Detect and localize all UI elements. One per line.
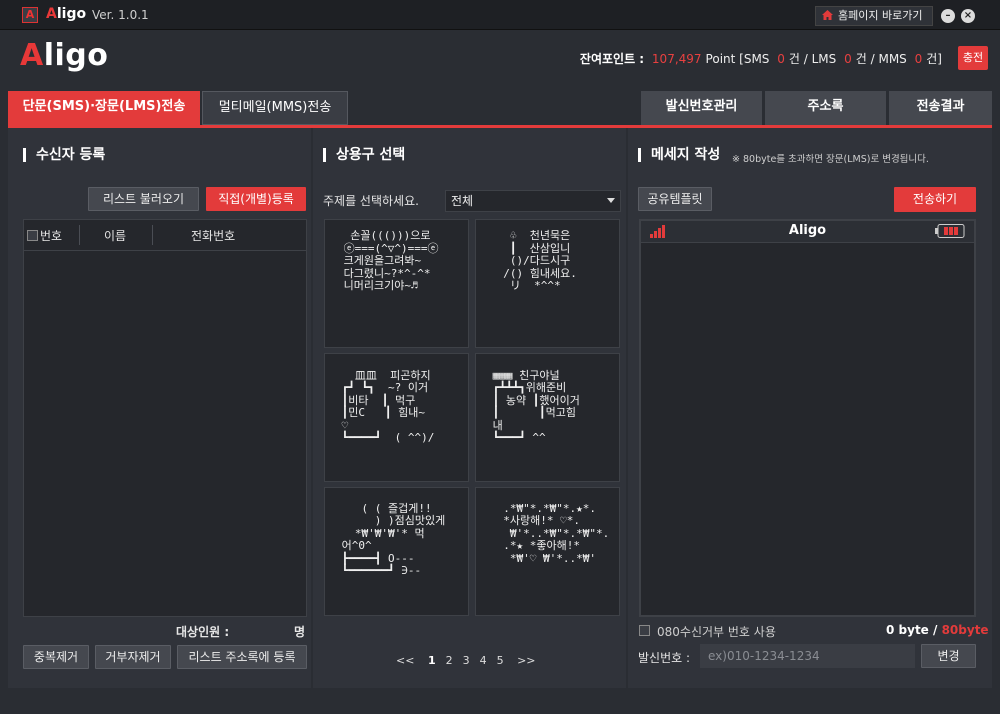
tab-results[interactable]: 전송결과 (889, 91, 992, 125)
minimize-button[interactable]: – (941, 9, 955, 23)
prev-page-button[interactable]: << (396, 654, 414, 667)
pagination: << 12345 >> (391, 654, 541, 667)
sender-label: 발신번호 : (638, 651, 691, 665)
page-button[interactable]: 2 (446, 654, 453, 667)
logo-rest: ligo (43, 38, 109, 73)
page-button[interactable]: 1 (428, 654, 436, 667)
phrase-card[interactable]: ▦▦▦ 친구야널 ┏┻┻┻┓위해준비 ┃ 농약 ┃했어이거 ┃ ┃먹고힘 내 ┗… (475, 353, 620, 482)
battery-icon (935, 224, 965, 238)
column-phone: 전화번호 (191, 229, 236, 243)
points-unit: Point [SMS (705, 52, 770, 66)
save-to-address-button[interactable]: 리스트 주소록에 등록 (177, 645, 307, 669)
optout-checkbox[interactable] (639, 625, 650, 636)
target-count-unit: 명 (294, 625, 306, 639)
message-title: 메세지 작성 (638, 148, 720, 162)
phrase-card[interactable]: ♧ 천년묵은 ┃ 산삼입니 ()/다드시구 /() 힘내세요. リ *^^* (475, 219, 620, 348)
tab-mms[interactable]: 멀티메일(MMS)전송 (202, 91, 348, 125)
phrase-card[interactable]: ( ( 즐겁게!! ) )점심맛있게 *₩'₩'₩'* 먹 어^0^ ┣━━━━… (324, 487, 469, 616)
message-editor[interactable] (639, 219, 976, 617)
points-summary: 잔여포인트 : 107,497 Point [SMS 0건 / LMS 0건 / … (580, 50, 942, 67)
tab-address-book[interactable]: 주소록 (765, 91, 886, 125)
logo-initial: A (20, 38, 44, 73)
mms-count: 0 (914, 52, 923, 66)
points-label: 잔여포인트 : (579, 52, 645, 66)
optout-label: 080수신거부 번호 사용 (657, 625, 776, 639)
page-button[interactable]: 5 (497, 654, 504, 667)
target-count-label: 대상인원 : (176, 625, 230, 639)
topic-label: 주제를 선택하세요. (323, 194, 419, 208)
next-page-button[interactable]: >> (517, 654, 535, 667)
chevron-down-icon (607, 198, 615, 203)
byte-limit-hint: ※ 80byte를 초과하면 장문(LMS)로 변경됩니다. (732, 154, 929, 165)
tab-sms-lms[interactable]: 단문(SMS)·장문(LMS)전송 (8, 91, 200, 125)
select-all-checkbox[interactable] (27, 230, 38, 241)
load-list-button[interactable]: 리스트 불러오기 (88, 187, 199, 211)
app-name-rest: ligo (56, 6, 87, 22)
topic-select-value: 전체 (451, 194, 474, 208)
column-number: 번호 (40, 229, 63, 243)
phrase-card[interactable]: 皿皿 피곤하지 ┏┛ ┗┓ ~? 이거 ┃비타 ┃ 먹구 ┃민C ┃ 힘내~ ♡… (324, 353, 469, 482)
app-name: Aligo (46, 6, 86, 22)
shared-template-button[interactable]: 공유템플릿 (638, 187, 712, 211)
column-name: 이름 (104, 229, 127, 243)
phrases-title: 상용구 선택 (323, 148, 405, 162)
column-divider (79, 225, 80, 245)
recipient-list-header (23, 219, 307, 251)
app-version: Ver. 1.0.1 (92, 8, 149, 22)
charge-button[interactable]: 충전 (958, 46, 988, 70)
lms-unit: 건 / MMS (855, 52, 907, 66)
byte-limit: 80byte (941, 623, 989, 637)
page-button[interactable]: 4 (480, 654, 487, 667)
page-button[interactable]: 3 (463, 654, 470, 667)
sms-unit: 건 / LMS (788, 52, 837, 66)
phrase-card[interactable]: 손꼴((()))으로 ⓔ===(^▽^)===ⓔ 크게원을그려봐~ 다그렸니~?… (324, 219, 469, 348)
byte-counter: 0 byte / 80byte (886, 623, 989, 637)
close-button[interactable]: × (961, 9, 975, 23)
byte-separator: / (928, 623, 942, 637)
sms-count: 0 (777, 52, 785, 66)
logo: Aligo (20, 38, 108, 73)
lms-count: 0 (844, 52, 852, 66)
topic-select[interactable]: 전체 (445, 190, 621, 212)
sender-number-input[interactable]: ex)010-1234-1234 (700, 644, 915, 668)
column-divider (152, 225, 153, 245)
byte-count: 0 byte (886, 623, 929, 637)
tab-sender-management[interactable]: 발신번호관리 (641, 91, 762, 125)
app-icon: A (22, 7, 38, 23)
points-value: 107,497 (651, 52, 702, 66)
direct-register-button[interactable]: 직접(개별)등록 (206, 187, 306, 211)
recipients-title: 수신자 등록 (23, 148, 105, 162)
phrase-card[interactable]: .*₩"*.*₩"*.★*. *사랑해!* ♡*. ₩'*..*₩"*.*₩"*… (475, 487, 620, 616)
dedupe-button[interactable]: 중복제거 (23, 645, 89, 669)
mms-unit: 건] (926, 52, 942, 66)
remove-rejected-button[interactable]: 거부자제거 (95, 645, 171, 669)
home-icon (822, 10, 833, 20)
change-sender-button[interactable]: 변경 (921, 644, 976, 668)
phone-title: Aligo (788, 223, 827, 238)
send-button[interactable]: 전송하기 (894, 187, 976, 212)
recipient-list[interactable] (23, 219, 307, 617)
app-name-initial: A (46, 6, 57, 22)
